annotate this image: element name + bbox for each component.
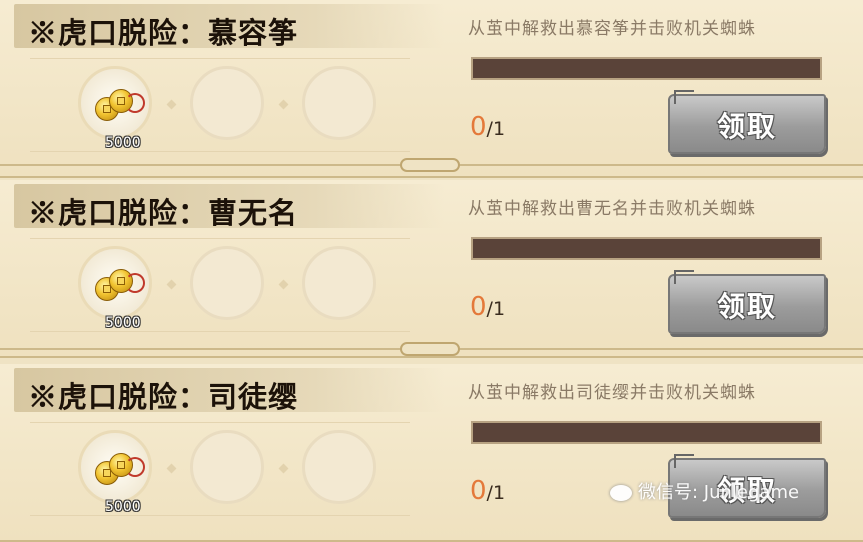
- quest-title: ※虎口脱险：慕容筝: [28, 16, 299, 50]
- progress-total: /1: [486, 118, 506, 140]
- progress-bar: [471, 421, 822, 444]
- progress-total: /1: [486, 482, 506, 504]
- coins-icon: [95, 87, 145, 121]
- separator-diamond: [166, 463, 177, 474]
- reward-slot-empty: [302, 246, 376, 320]
- quest-description: 从茧中解救出曹无名并击败机关蜘蛛: [468, 199, 756, 219]
- reward-amount: 5000: [105, 135, 141, 151]
- quest-card: ※虎口脱险：曹无名 从茧中解救出曹无名并击败机关蜘蛛 5000 0/1 领取: [0, 180, 863, 358]
- reward-slot-coins[interactable]: 5000: [78, 66, 152, 151]
- separator-diamond: [166, 279, 177, 290]
- watermark: 微信号: Junlegame: [610, 478, 799, 504]
- claim-button[interactable]: 领取: [668, 90, 826, 154]
- reward-slot-empty: [190, 430, 264, 504]
- progress-current: 0: [470, 112, 487, 142]
- quest-description: 从茧中解救出慕容筝并击败机关蜘蛛: [468, 19, 756, 39]
- progress-count: 0/1: [470, 292, 505, 322]
- progress-current: 0: [470, 292, 487, 322]
- reward-row: 5000: [30, 422, 410, 516]
- progress-bar: [471, 57, 822, 80]
- section-divider: [0, 342, 863, 356]
- reward-slot-coins[interactable]: 5000: [78, 430, 152, 515]
- progress-current: 0: [470, 476, 487, 506]
- quest-card: ※虎口脱险：司徒缨 从茧中解救出司徒缨并击败机关蜘蛛 5000 0/1 领取: [0, 364, 863, 542]
- reward-slot-empty: [190, 246, 264, 320]
- reward-slot-empty: [302, 66, 376, 140]
- separator-diamond: [278, 99, 289, 110]
- separator-diamond: [278, 463, 289, 474]
- progress-count: 0/1: [470, 112, 505, 142]
- coins-icon: [95, 451, 145, 485]
- section-divider: [0, 158, 863, 172]
- reward-slot-coins[interactable]: 5000: [78, 246, 152, 331]
- quest-description: 从茧中解救出司徒缨并击败机关蜘蛛: [468, 383, 756, 403]
- reward-slot-empty: [302, 430, 376, 504]
- reward-slot-empty: [190, 66, 264, 140]
- separator-diamond: [278, 279, 289, 290]
- quest-title: ※虎口脱险：司徒缨: [28, 380, 299, 414]
- claim-button-label: 领取: [716, 290, 777, 323]
- coins-icon: [95, 267, 145, 301]
- reward-row: 5000: [30, 58, 410, 152]
- progress-bar: [471, 237, 822, 260]
- progress-count: 0/1: [470, 476, 505, 506]
- reward-row: 5000: [30, 238, 410, 332]
- separator-diamond: [166, 99, 177, 110]
- wechat-icon: [610, 485, 632, 501]
- progress-total: /1: [486, 298, 506, 320]
- watermark-text: 微信号: Junlegame: [638, 482, 800, 503]
- claim-button-label: 领取: [716, 110, 777, 143]
- reward-amount: 5000: [105, 315, 141, 331]
- quest-title: ※虎口脱险：曹无名: [28, 196, 299, 230]
- reward-amount: 5000: [105, 499, 141, 515]
- quest-card: ※虎口脱险：慕容筝 从茧中解救出慕容筝并击败机关蜘蛛 5000 0/1 领取: [0, 0, 863, 178]
- claim-button[interactable]: 领取: [668, 270, 826, 334]
